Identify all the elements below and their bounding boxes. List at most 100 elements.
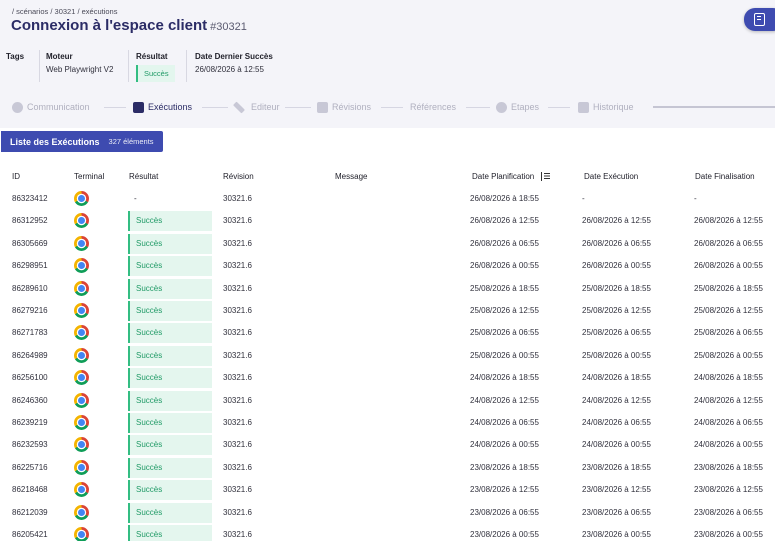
- execution-id: 86212039: [12, 507, 48, 517]
- table-header: ID Terminal Résultat Révision Message Da…: [0, 166, 775, 188]
- tab-label: Exécutions: [148, 102, 193, 112]
- executed-date: 25/08/2026 à 00:55: [582, 350, 651, 360]
- table-row[interactable]: 86279216 Succès 30321.6 25/08/2026 à 12:55 2…: [0, 300, 775, 322]
- table-row[interactable]: 86212039 Succès 30321.6 23/08/2026 à 06:55 2…: [0, 502, 775, 524]
- divider: [128, 50, 129, 82]
- tab-steps[interactable]: Etapes: [496, 100, 539, 114]
- list-title: Liste des Exécutions: [10, 136, 100, 147]
- executed-date: 24/08/2026 à 00:55: [582, 440, 651, 450]
- chrome-browser-icon: [74, 303, 89, 318]
- table-row[interactable]: 86264989 Succès 30321.6 25/08/2026 à 00:55 2…: [0, 345, 775, 367]
- column-finished-date[interactable]: Date Finalisation: [695, 172, 755, 181]
- executed-date: 24/08/2026 à 06:55: [582, 418, 651, 427]
- engine-value: Web Playwright V2: [46, 65, 114, 74]
- revision: 30321.6: [223, 485, 252, 495]
- column-result[interactable]: Résultat: [129, 172, 158, 181]
- planned-date: 26/08/2026 à 18:55: [470, 194, 539, 203]
- finished-date: -: [694, 194, 697, 203]
- column-terminal[interactable]: Terminal: [74, 172, 104, 181]
- revision: 30321.6: [223, 530, 252, 539]
- tab-executions[interactable]: Exécutions: [133, 100, 192, 114]
- execution-id: 86232593: [12, 440, 48, 450]
- executed-date: 24/08/2026 à 18:55: [582, 373, 651, 383]
- chrome-browser-icon: [74, 527, 89, 541]
- engine-label: Moteur: [46, 52, 73, 61]
- chrome-browser-icon: [74, 235, 89, 251]
- planned-date: 24/08/2026 à 00:55: [470, 440, 539, 450]
- tab-communication[interactable]: Communication: [12, 100, 90, 114]
- chrome-browser-icon: [74, 347, 89, 363]
- tab-history[interactable]: Historique: [578, 100, 634, 114]
- column-planned-date[interactable]: Date Planification: [472, 172, 551, 182]
- table-row[interactable]: 86218468 Succès 30321.6 23/08/2026 à 12:55 2…: [0, 479, 775, 501]
- engine-field: Moteur Web Playwright V2: [46, 52, 113, 74]
- execution-id: 86312952: [12, 216, 48, 226]
- executed-date: 23/08/2026 à 06:55: [582, 507, 651, 517]
- table-row[interactable]: 86205421 Succès 30321.6 23/08/2026 à 00:55 2…: [0, 524, 775, 541]
- column-id[interactable]: ID: [12, 172, 20, 181]
- breadcrumb[interactable]: / scénarios / 30321 / exécutions: [12, 7, 117, 16]
- table-row[interactable]: 86271783 Succès 30321.6 25/08/2026 à 06:55 2…: [0, 322, 775, 344]
- tab-references[interactable]: Références: [410, 100, 456, 114]
- chrome-browser-icon: [74, 437, 89, 453]
- table-row[interactable]: 86312952 Succès 30321.6 26/08/2026 à 12:55 2…: [0, 210, 775, 232]
- result-badge: Succès: [128, 413, 212, 433]
- tab-revisions[interactable]: Révisions: [317, 100, 371, 114]
- column-revision[interactable]: Révision: [223, 172, 254, 181]
- finished-date: 24/08/2026 à 18:55: [694, 373, 763, 383]
- page-title: Connexion à l'espace client #30321: [11, 17, 247, 34]
- executed-date: 26/08/2026 à 06:55: [582, 238, 651, 248]
- finished-date: 26/08/2026 à 00:55: [694, 261, 763, 271]
- tab-separator: [466, 107, 490, 108]
- planned-date: 25/08/2026 à 06:55: [470, 328, 539, 338]
- execution-id: 86279216: [12, 306, 48, 315]
- document-icon: [317, 101, 328, 113]
- execution-id: 86289610: [12, 283, 48, 293]
- result-badge: Succès: [128, 256, 212, 277]
- execution-id: 86264989: [12, 350, 48, 360]
- executed-date: 25/08/2026 à 18:55: [582, 283, 651, 293]
- tags-label: Tags: [6, 52, 25, 61]
- revision: 30321.6: [223, 507, 252, 517]
- document-icon: [578, 101, 589, 113]
- finished-date: 25/08/2026 à 00:55: [694, 350, 763, 360]
- revision: 30321.6: [223, 261, 252, 271]
- tab-editor[interactable]: Editeur: [232, 100, 280, 114]
- table-row[interactable]: 86256100 Succès 30321.6 24/08/2026 à 18:55 2…: [0, 367, 775, 389]
- execution-id: 86246360: [12, 395, 48, 405]
- table-row[interactable]: 86232593 Succès 30321.6 24/08/2026 à 00:55 2…: [0, 434, 775, 456]
- execution-id: 86225716: [12, 462, 48, 472]
- column-message[interactable]: Message: [335, 172, 367, 181]
- tab-label: Révisions: [332, 102, 372, 112]
- finished-date: 23/08/2026 à 00:55: [694, 530, 763, 539]
- table-row[interactable]: 86323412 - 30321.6 26/08/2026 à 18:55 - -: [0, 188, 775, 210]
- execution-id: 86239219: [12, 418, 48, 427]
- last-success-value: 26/08/2026 à 12:55: [195, 65, 264, 74]
- table-row[interactable]: 86239219 Succès 30321.6 24/08/2026 à 06:55 2…: [0, 412, 775, 434]
- table-row[interactable]: 86225716 Succès 30321.6 23/08/2026 à 18:55 2…: [0, 457, 775, 479]
- table-row[interactable]: 86305669 Succès 30321.6 26/08/2026 à 06:55 2…: [0, 233, 775, 255]
- executed-date: 24/08/2026 à 12:55: [582, 395, 651, 405]
- revision: 30321.6: [223, 306, 252, 315]
- chrome-browser-icon: [74, 370, 89, 386]
- finished-date: 25/08/2026 à 12:55: [694, 306, 763, 315]
- finished-date: 25/08/2026 à 06:55: [694, 328, 763, 338]
- chrome-browser-icon: [74, 213, 89, 229]
- result-badge: Succès: [128, 435, 212, 456]
- documentation-button[interactable]: [744, 8, 775, 31]
- table-row[interactable]: 86298951 Succès 30321.6 26/08/2026 à 00:55 2…: [0, 255, 775, 277]
- tab-label: Historique: [593, 102, 634, 112]
- table-row[interactable]: 86289610 Succès 30321.6 25/08/2026 à 18:55 2…: [0, 278, 775, 300]
- planned-date: 26/08/2026 à 12:55: [470, 216, 539, 226]
- result-badge: Succès: [128, 368, 212, 389]
- circle-icon: [12, 101, 23, 113]
- result-badge: Succès: [128, 457, 212, 478]
- chrome-browser-icon: [74, 392, 89, 408]
- result-empty: -: [134, 194, 137, 203]
- sort-descending-icon[interactable]: [540, 172, 551, 182]
- table-row[interactable]: 86246360 Succès 30321.6 24/08/2026 à 12:55 2…: [0, 390, 775, 412]
- revision: 30321.6: [223, 418, 252, 427]
- column-executed-date[interactable]: Date Exécution: [584, 172, 638, 181]
- revision: 30321.6: [223, 194, 252, 203]
- planned-date: 25/08/2026 à 18:55: [470, 283, 539, 293]
